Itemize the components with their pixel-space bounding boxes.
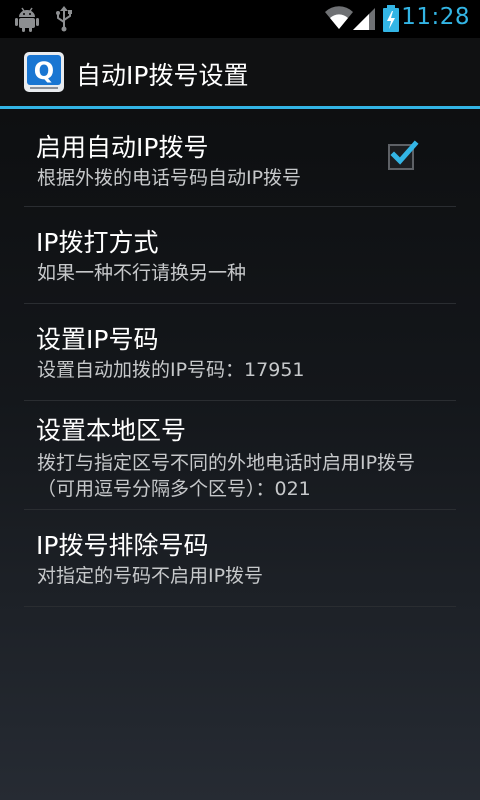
preference-list: 启用自动IP拨号 根据外拨的电话号码自动IP拨号 IP拨打方式 如果一种不行请换… xyxy=(24,110,456,607)
pref-summary: 根据外拨的电话号码自动IP拨号 xyxy=(37,167,302,189)
app-icon-letter: Q xyxy=(34,57,54,85)
pref-summary: 对指定的号码不启用IP拨号 xyxy=(37,565,264,587)
enable-auto-ip-checkbox[interactable] xyxy=(388,140,419,170)
pref-summary: 设置自动加拨的IP号码：17951 xyxy=(37,359,305,381)
q-app-icon[interactable]: Q xyxy=(24,52,64,92)
pref-title: 设置IP号码 xyxy=(36,325,159,354)
battery-charging-icon xyxy=(382,5,400,37)
page-title: 自动IP拨号设置 xyxy=(76,61,249,90)
status-time: 11:28 xyxy=(401,4,470,30)
pref-title: 启用自动IP拨号 xyxy=(36,133,209,162)
action-bar-divider xyxy=(0,106,480,109)
pref-summary: 拨打与指定区号不同的外地电话时启用IP拨号（可用逗号分隔多个区号）：021 xyxy=(37,452,416,500)
pref-set-local-area-code[interactable]: 设置本地区号 拨打与指定区号不同的外地电话时启用IP拨号（可用逗号分隔多个区号）… xyxy=(24,401,456,510)
status-bar: 11:28 xyxy=(0,0,480,38)
usb-icon xyxy=(54,6,74,36)
pref-set-ip-number[interactable]: 设置IP号码 设置自动加拨的IP号码：17951 xyxy=(24,304,456,401)
cell-signal-icon xyxy=(352,7,376,35)
pref-enable-auto-ip[interactable]: 启用自动IP拨号 根据外拨的电话号码自动IP拨号 xyxy=(24,110,456,207)
pref-summary: 如果一种不行请换另一种 xyxy=(37,262,247,284)
pref-title: 设置本地区号 xyxy=(36,416,187,445)
pref-ip-exclude-numbers[interactable]: IP拨号排除号码 对指定的号码不启用IP拨号 xyxy=(24,510,456,607)
pref-ip-dial-method[interactable]: IP拨打方式 如果一种不行请换另一种 xyxy=(24,207,456,304)
action-bar: Q 自动IP拨号设置 xyxy=(0,38,480,109)
pref-title: IP拨打方式 xyxy=(36,228,159,257)
pref-title: IP拨号排除号码 xyxy=(36,531,209,560)
android-debug-icon xyxy=(14,6,40,36)
wifi-icon xyxy=(324,6,354,34)
